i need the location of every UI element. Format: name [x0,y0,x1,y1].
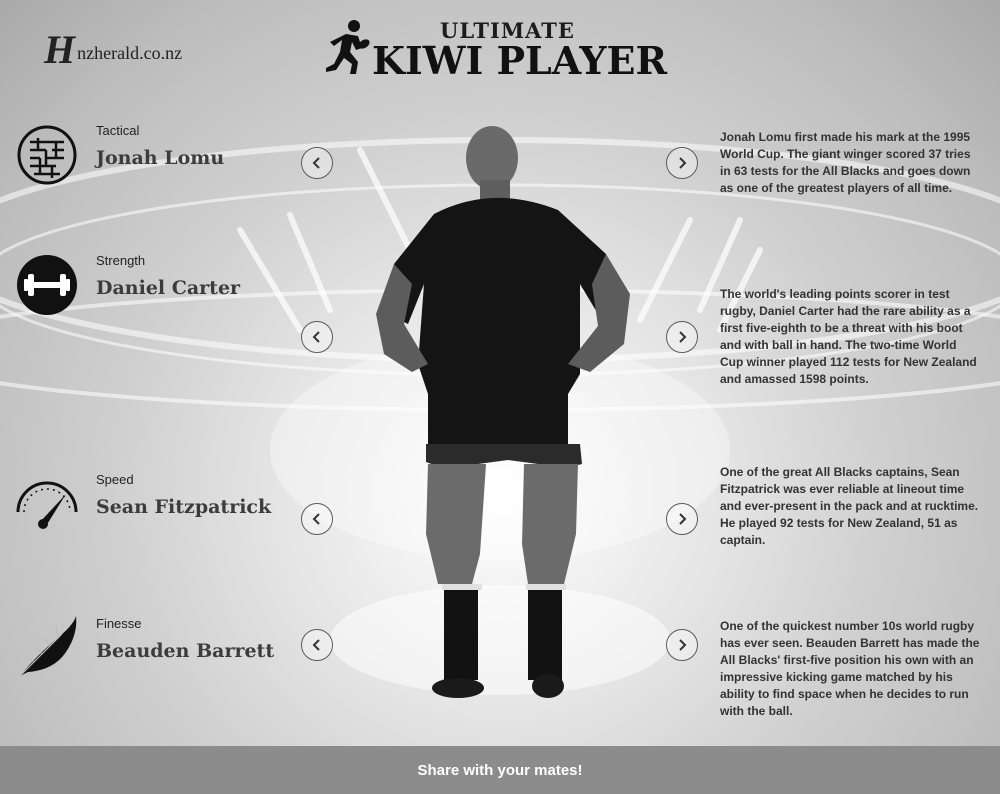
feather-icon [19,616,77,677]
player-description-finesse: One of the quickest number 10s world rug… [720,619,980,718]
category-label-tactical: Tactical [96,123,140,138]
category-label-finesse: Finesse [96,616,142,631]
next-player-speed-button[interactable] [666,503,698,535]
logo-mark: H [44,27,76,72]
player-description-speed: One of the great All Blacks captains, Se… [720,465,979,547]
category-label-speed: Speed [96,472,134,487]
player-name-strength: Daniel Carter [96,277,241,299]
chevron-right-icon [679,157,687,169]
chevron-left-icon [312,513,320,525]
player-photo [376,126,630,698]
next-player-finesse-button[interactable] [666,629,698,661]
next-player-strength-button[interactable] [666,321,698,353]
rugby-runner-icon [326,20,370,74]
player-name-finesse: Beauden Barrett [96,640,275,662]
prev-player-speed-button[interactable] [301,503,333,535]
share-button[interactable]: Share with your mates! [417,762,582,779]
page-title: KIWI PLAYER [372,38,668,83]
dumbbell-icon [17,255,77,315]
prev-player-tactical-button[interactable] [301,147,333,179]
speedometer-icon [16,481,78,529]
chevron-left-icon [312,157,320,169]
player-description-tactical: Jonah Lomu first made his mark at the 19… [720,130,971,195]
player-name-speed: Sean Fitzpatrick [96,496,272,518]
logo-text: nzherald.co.nz [77,42,183,63]
nzherald-logo[interactable]: H nzherald.co.nz [44,27,183,72]
footer-bar: Share with your mates! [0,746,1000,794]
prev-player-strength-button[interactable] [301,321,333,353]
chevron-right-icon [679,331,687,343]
chevron-left-icon [312,639,320,651]
chevron-right-icon [679,513,687,525]
prev-player-finesse-button[interactable] [301,629,333,661]
next-player-tactical-button[interactable] [666,147,698,179]
player-description-strength: The world's leading points scorer in tes… [720,287,977,386]
chevron-left-icon [312,331,320,343]
category-label-strength: Strength [96,253,146,268]
player-name-tactical: Jonah Lomu [96,147,225,169]
chevron-right-icon [679,639,687,651]
maze-icon [17,125,77,185]
